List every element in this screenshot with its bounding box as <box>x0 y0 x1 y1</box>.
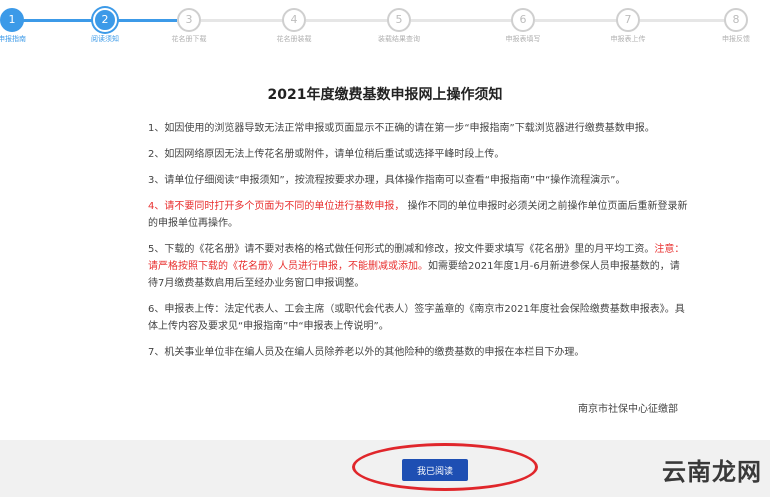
step-number: 7 <box>616 8 640 32</box>
step-5[interactable]: 5 装载结果查询 <box>359 8 439 44</box>
step-number: 5 <box>387 8 411 32</box>
confirm-read-button[interactable]: 我已阅读 <box>402 459 468 481</box>
step-4[interactable]: 4 花名册装载 <box>254 8 334 44</box>
notice-item-7: 7、机关事业单位非在编人员及在编人员除养老以外的其他险种的缴费基数的申报在本栏目… <box>148 347 585 358</box>
step-8[interactable]: 8 申报反馈 <box>696 8 770 44</box>
step-label: 装载结果查询 <box>378 35 420 43</box>
step-label: 申报指南 <box>0 35 26 43</box>
step-number: 6 <box>511 8 535 32</box>
step-6[interactable]: 6 申报表填写 <box>483 8 563 44</box>
step-number: 1 <box>0 8 24 32</box>
notice-item-5: 5、下载的《花名册》请不要对表格的格式做任何形式的删减和修改，按文件要求填写《花… <box>148 241 688 292</box>
step-2[interactable]: 2 阅读须知 <box>65 8 145 44</box>
watermark-logo: 云南龙网 <box>662 458 762 486</box>
step-label: 阅读须知 <box>91 35 119 43</box>
notice-item-4-warning: 4、请不要同时打开多个页面为不同的单位进行基数申报， <box>148 201 405 212</box>
step-3[interactable]: 3 花名册下载 <box>149 8 229 44</box>
step-label: 申报表填写 <box>505 35 541 43</box>
notice-item-4: 4、请不要同时打开多个页面为不同的单位进行基数申报， 操作不同的单位申报时必须关… <box>148 198 688 232</box>
step-7[interactable]: 7 申报表上传 <box>588 8 668 44</box>
step-number: 3 <box>177 8 201 32</box>
signature: 南京市社保中心征缴部 <box>578 404 678 415</box>
step-number: 4 <box>282 8 306 32</box>
page: 1 申报指南 2 阅读须知 3 花名册下载 4 花名册装载 5 装载结果查询 6… <box>0 0 770 497</box>
step-label: 申报反馈 <box>722 35 750 43</box>
notice-item-5-text: 5、下载的《花名册》请不要对表格的格式做任何形式的删减和修改，按文件要求填写《花… <box>148 244 655 255</box>
notice-item-2: 2、如因网络原因无法上传花名册或附件，请单位稍后重试或选择平峰时段上传。 <box>148 149 505 160</box>
step-progress-bar: 1 申报指南 2 阅读须知 3 花名册下载 4 花名册装载 5 装载结果查询 6… <box>0 0 770 60</box>
notice-title: 2021年度缴费基数申报网上操作须知 <box>267 87 503 103</box>
notice-item-6: 6、申报表上传：法定代表人、工会主席（或职代会代表人）签字盖章的《南京市2021… <box>148 304 685 332</box>
step-number: 8 <box>724 8 748 32</box>
notice-item-1: 1、如因使用的浏览器导致无法正常申报或页面显示不正确的请在第一步“申报指南”下载… <box>148 123 655 134</box>
step-label: 花名册装载 <box>276 35 312 43</box>
step-number: 2 <box>93 8 117 32</box>
notice-body: 1、如因使用的浏览器导致无法正常申报或页面显示不正确的请在第一步“申报指南”下载… <box>148 120 688 370</box>
step-label: 申报表上传 <box>610 35 646 43</box>
step-1[interactable]: 1 申报指南 <box>0 8 52 44</box>
notice-item-3: 3、请单位仔细阅读“申报须知”，按流程按要求办理，具体操作指南可以查看“申报指南… <box>148 175 626 186</box>
step-label: 花名册下载 <box>171 35 207 43</box>
